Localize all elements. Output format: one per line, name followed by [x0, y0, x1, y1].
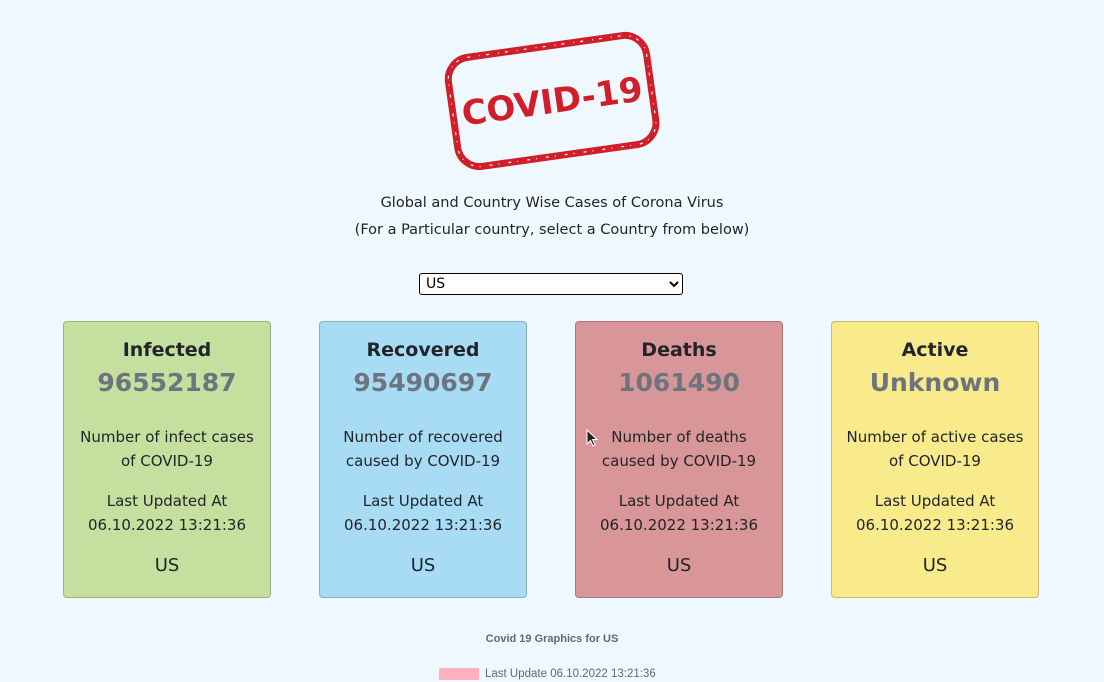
page-instruction: (For a Particular country, select a Coun…: [354, 222, 750, 238]
page: COVID-19 Global and Country Wise Cases o…: [0, 0, 1104, 682]
card-value: 96552187: [97, 368, 237, 397]
mouse-cursor-icon: [586, 429, 598, 447]
card-title: Deaths: [641, 339, 717, 361]
card-description: Number of active cases of COVID-19: [846, 428, 1024, 470]
card-updated-label: Last Updated At: [106, 492, 228, 510]
active-card: Active Unknown Number of active cases of…: [831, 321, 1039, 598]
card-updated-time: 06.10.2022 13:21:36: [87, 516, 247, 534]
card-country: US: [154, 555, 180, 576]
card-title: Recovered: [366, 339, 480, 361]
chart-title: Covid 19 Graphics for US: [485, 633, 619, 645]
card-value: Unknown: [869, 368, 1001, 397]
page-subtitle: Global and Country Wise Cases of Corona …: [380, 195, 724, 211]
logo-text: COVID-19: [459, 69, 645, 134]
card-updated-label: Last Updated At: [362, 492, 484, 510]
recovered-card: Recovered 95490697 Number of recovered c…: [319, 321, 527, 598]
legend-label: Last Update 06.10.2022 13:21:36: [485, 668, 656, 680]
covid-19-stamp-logo: COVID-19: [444, 31, 660, 170]
chart-legend[interactable]: Last Update 06.10.2022 13:21:36: [439, 667, 656, 681]
card-title: Infected: [122, 339, 212, 361]
card-description: Number of infect cases of COVID-19: [80, 428, 254, 470]
deaths-card: Deaths 1061490 Number of deaths caused b…: [575, 321, 783, 598]
card-title: Active: [901, 339, 969, 361]
card-country: US: [922, 555, 948, 576]
card-country: US: [410, 555, 436, 576]
card-description: Number of deaths caused by COVID-19: [601, 428, 757, 470]
card-description: Number of recovered caused by COVID-19: [343, 428, 503, 470]
card-country: US: [666, 555, 692, 576]
country-select[interactable]: US: [419, 273, 683, 295]
infected-card: Infected 96552187 Number of infect cases…: [63, 321, 271, 598]
card-updated-label: Last Updated At: [874, 492, 996, 510]
card-updated-time: 06.10.2022 13:21:36: [599, 516, 759, 534]
legend-swatch: [439, 668, 479, 680]
card-updated-time: 06.10.2022 13:21:36: [855, 516, 1015, 534]
card-value: 1061490: [618, 368, 740, 397]
card-updated-label: Last Updated At: [618, 492, 740, 510]
card-updated-time: 06.10.2022 13:21:36: [343, 516, 503, 534]
card-value: 95490697: [353, 368, 493, 397]
